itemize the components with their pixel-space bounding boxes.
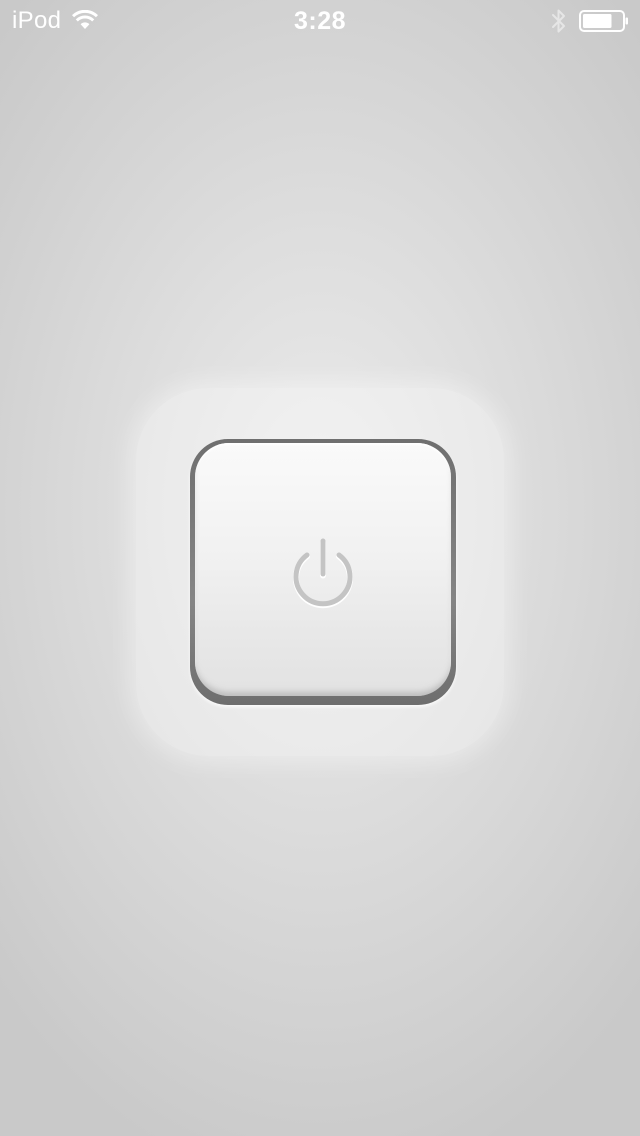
clock: 3:28 [293,7,347,35]
status-bar: iPod 3:28 [0,0,640,40]
power-icon [293,538,353,609]
bluetooth-icon [552,9,565,33]
power-button[interactable] [195,443,451,696]
battery-icon [579,10,628,32]
